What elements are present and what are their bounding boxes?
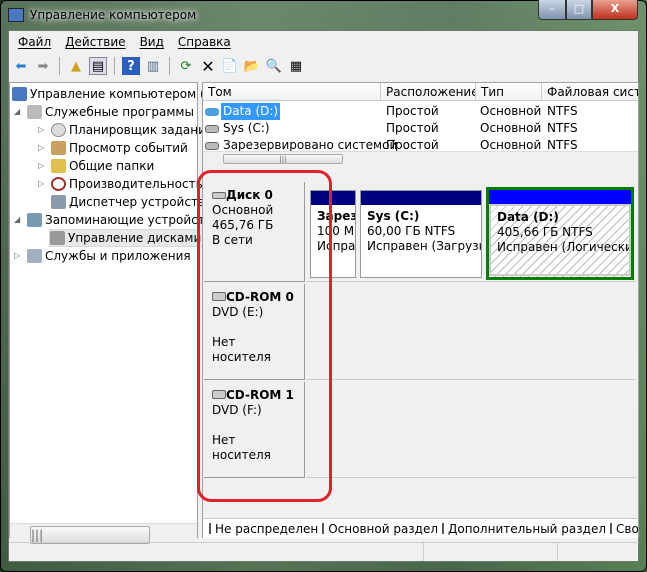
minimize-button[interactable]: – [538, 0, 566, 20]
legend-swatch-extended [442, 523, 445, 534]
tree-item-event-viewer[interactable]: ▷ Просмотр событий [38, 139, 188, 157]
back-icon[interactable]: ⬅ [12, 57, 30, 75]
expand-icon[interactable]: ▷ [38, 157, 48, 175]
tree-item-services-apps[interactable]: ▷ Службы и приложения [14, 247, 191, 265]
tree-item-root[interactable]: Управление компьютером (л [12, 85, 212, 103]
explore-icon[interactable]: 🔍 [265, 57, 283, 75]
volume-icon [205, 142, 219, 150]
partition-sys-c[interactable]: Sys (C:)60,00 ГБ NTFSИсправен (Загрузка, [360, 190, 482, 278]
performance-icon [51, 177, 66, 191]
maximize-button[interactable]: □ [566, 0, 592, 20]
cdrom-0-space [307, 284, 636, 380]
highlight-annotation [197, 170, 332, 502]
storage-icon [27, 213, 42, 227]
volume-list: Том Расположение Тип Файловая систе Data… [203, 83, 638, 165]
collapse-icon[interactable]: ◢ [14, 211, 24, 229]
window-title: Управление компьютером [30, 8, 197, 22]
tree-item-shared-folders[interactable]: ▷ Общие папки [38, 157, 154, 175]
action-pane-icon[interactable]: ▥ [144, 57, 162, 75]
logical-partition-bar [489, 190, 631, 204]
properties-icon[interactable]: 📄 [221, 57, 239, 75]
services-icon [27, 249, 42, 263]
volume-icon [205, 108, 219, 116]
tools-icon [27, 105, 42, 119]
tree-item-storage[interactable]: ◢ Запоминающие устройст [14, 211, 205, 229]
up-folder-icon[interactable]: ▲ [67, 57, 85, 75]
device-manager-icon [51, 195, 66, 209]
menu-file[interactable]: Файл [18, 35, 51, 49]
open-icon[interactable]: 📂 [243, 57, 261, 75]
toolbar-separator [59, 57, 60, 75]
tree-item-performance[interactable]: ▷ Производительность [38, 175, 203, 193]
column-header-layout[interactable]: Расположение [381, 83, 476, 101]
disk-management-icon [50, 231, 65, 245]
primary-partition-bar [361, 191, 481, 205]
tree-item-device-manager[interactable]: Диспетчер устройств [51, 193, 205, 211]
close-button[interactable]: X [592, 0, 638, 20]
menu-action[interactable]: Действие [65, 35, 125, 49]
toolbar: ⬅ ➡ ▲ ▤ ? ▥ ⟳ ✕ 📄 📂 🔍 ▦ [8, 54, 305, 78]
tree-item-task-scheduler[interactable]: ▷ Планировщик заданий [38, 121, 214, 139]
menu-view[interactable]: Вид [140, 35, 164, 49]
menu-bar: Файл Действие Вид Справка [8, 32, 231, 52]
collapse-icon[interactable]: ◢ [14, 103, 24, 121]
partition-data-d[interactable]: Data (D:) 405,66 ГБ NTFS Исправен (Логичес… [486, 187, 634, 280]
cdrom-1-space [307, 382, 636, 478]
volume-icon [205, 125, 219, 133]
expand-icon[interactable]: ▷ [38, 121, 48, 139]
list-horizontal-scrollbar[interactable]: ||| [203, 151, 638, 165]
column-header-volume[interactable]: Том [203, 83, 381, 101]
menu-help[interactable]: Справка [178, 35, 231, 49]
toolbar-separator [114, 57, 115, 75]
navigation-tree: Управление компьютером (л ◢ Служебные про… [9, 82, 214, 544]
refresh-icon[interactable]: ⟳ [177, 57, 195, 75]
expand-icon[interactable]: ▷ [38, 139, 48, 157]
legend-swatch-free [610, 523, 612, 534]
computer-management-icon [8, 8, 24, 22]
clock-icon [51, 123, 66, 137]
help-icon[interactable]: ? [122, 57, 140, 75]
scroll-thumb[interactable]: ||| [223, 154, 343, 164]
forward-icon[interactable]: ➡ [34, 57, 52, 75]
shared-folder-icon [51, 159, 66, 173]
tree-horizontal-scrollbar[interactable]: ||| [10, 523, 197, 544]
column-header-filesystem[interactable]: Файловая систе [542, 83, 638, 101]
legend-swatch-primary [322, 523, 325, 534]
legend-swatch-unallocated [209, 523, 211, 534]
expand-icon[interactable]: ▷ [14, 247, 24, 265]
event-log-icon [51, 141, 66, 155]
expand-icon[interactable]: ▷ [38, 175, 48, 193]
tree-item-disk-management[interactable]: Управление дисками [49, 229, 207, 247]
toolbar-separator [169, 57, 170, 75]
delete-icon[interactable]: ✕ [199, 57, 217, 76]
status-bar [9, 542, 639, 561]
tree-item-system-tools[interactable]: ◢ Служебные программы [14, 103, 194, 121]
show-hide-tree-icon[interactable]: ▤ [89, 57, 107, 75]
legend: Не распределен Основной раздел Дополните… [203, 518, 638, 538]
column-header-type[interactable]: Тип [476, 83, 542, 101]
rescan-icon[interactable]: ▦ [287, 57, 305, 75]
computer-icon [12, 87, 27, 101]
